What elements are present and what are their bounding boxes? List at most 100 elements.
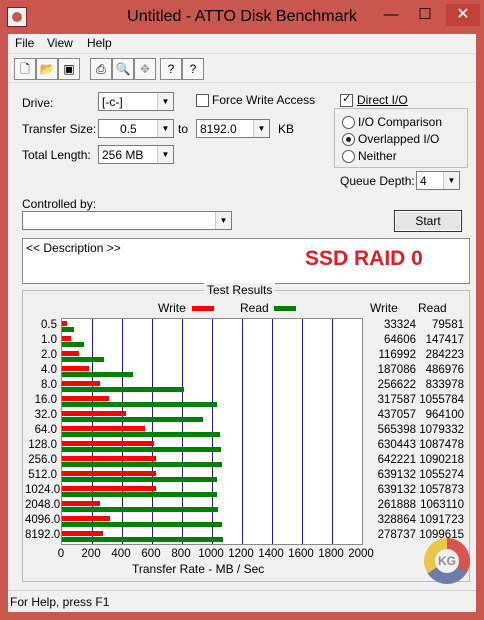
neither-radio[interactable] xyxy=(342,150,355,163)
help-icon[interactable]: ? xyxy=(160,58,182,80)
neither-label: Neither xyxy=(358,149,397,163)
print-preview-icon[interactable]: 🔍 xyxy=(112,58,134,80)
annotation-text: SSD RAID 0 xyxy=(305,247,423,270)
read-value: 1090218 xyxy=(419,454,464,466)
description-text: << Description >> xyxy=(26,241,121,255)
print-icon[interactable]: ⎙ xyxy=(90,58,112,80)
queue-depth-select[interactable]: 4 ▼ xyxy=(416,171,460,190)
y-tick-label: 128.0 xyxy=(28,439,57,451)
read-bar xyxy=(62,357,104,362)
read-value: 1099615 xyxy=(419,529,464,541)
grid-line xyxy=(272,319,273,544)
write-bar xyxy=(62,396,109,401)
transfer-size-to-select[interactable]: 8192.0 ▼ xyxy=(196,119,270,138)
y-tick-label: 2.0 xyxy=(41,349,57,361)
menu-help[interactable]: Help xyxy=(87,36,112,50)
kg-logo-text: KG xyxy=(435,549,459,573)
status-text: For Help, press F1 xyxy=(10,595,110,609)
total-length-select[interactable]: 256 MB ▼ xyxy=(98,145,174,164)
read-bar xyxy=(62,462,222,467)
io-comparison-radio[interactable] xyxy=(342,116,355,129)
read-value: 1087478 xyxy=(419,439,464,451)
direct-io-label: Direct I/O xyxy=(357,93,408,107)
write-bar xyxy=(62,381,100,386)
read-bar xyxy=(62,492,217,497)
move-icon[interactable]: ✥ xyxy=(134,58,156,80)
context-help-icon[interactable]: ? xyxy=(182,58,204,80)
total-length-value: 256 MB xyxy=(102,148,144,162)
write-bar xyxy=(62,516,111,521)
write-value: 261888 xyxy=(377,499,416,511)
write-bar xyxy=(62,366,90,371)
drive-select[interactable]: [-c-] ▼ xyxy=(98,92,174,111)
chevron-down-icon: ▼ xyxy=(253,120,269,137)
open-folder-icon[interactable]: 📂 xyxy=(36,58,58,80)
read-value: 1055274 xyxy=(419,469,464,481)
write-bar xyxy=(62,486,156,491)
close-button[interactable]: ✕ xyxy=(446,4,480,26)
legend-write-swatch xyxy=(192,306,214,311)
read-value: 486976 xyxy=(425,364,464,376)
y-tick-label: 8192.0 xyxy=(25,529,61,541)
direct-io-checkbox[interactable]: ✓ xyxy=(340,93,353,107)
overlapped-io-label: Overlapped I/O xyxy=(358,132,440,146)
write-bar xyxy=(62,456,157,461)
write-value: 256622 xyxy=(377,379,416,391)
y-tick-label: 4.0 xyxy=(41,364,57,376)
read-value: 1091723 xyxy=(419,514,464,526)
read-value: 1079332 xyxy=(419,424,464,436)
y-tick-label: 512.0 xyxy=(28,469,57,481)
menu-bar: File View Help xyxy=(8,34,476,52)
read-bar xyxy=(62,537,224,542)
legend-write-label: Write xyxy=(158,301,186,315)
read-bar xyxy=(62,327,74,332)
read-column-header: Read xyxy=(418,301,447,315)
start-button[interactable]: Start xyxy=(394,210,462,232)
y-tick-label: 1.0 xyxy=(41,334,57,346)
read-bar xyxy=(62,342,84,347)
write-value: 642221 xyxy=(377,454,416,466)
menu-view[interactable]: View xyxy=(47,36,73,50)
read-bar xyxy=(62,522,222,527)
kb-label: KB xyxy=(278,122,295,136)
new-file-icon[interactable]: 🗋 xyxy=(14,58,36,80)
description-field[interactable]: << Description >> SSD RAID 0 xyxy=(22,238,470,284)
write-value: 639132 xyxy=(377,469,416,481)
grid-line xyxy=(302,319,303,544)
y-tick-label: 4096.0 xyxy=(25,514,61,526)
write-bar xyxy=(62,426,145,431)
drive-label: Drive: xyxy=(22,96,54,110)
client-area: File View Help 🗋 📂 ▣ ⎙ 🔍 ✥ ? ? Drive: [-… xyxy=(8,34,476,612)
maximize-button[interactable]: ☐ xyxy=(410,4,440,26)
read-bar xyxy=(62,417,204,422)
write-value: 116992 xyxy=(378,349,416,361)
toolbar: 🗋 📂 ▣ ⎙ 🔍 ✥ ? ? xyxy=(8,53,476,83)
write-bar xyxy=(62,336,72,341)
read-value: 1055784 xyxy=(419,394,464,406)
x-tick-label: 2000 xyxy=(348,548,374,560)
legend-read-swatch xyxy=(274,306,296,311)
title-bar[interactable]: Untitled - ATTO Disk Benchmark — ☐ ✕ xyxy=(0,0,484,34)
status-bar: For Help, press F1 xyxy=(8,590,476,613)
transfer-from-value: 0.5 xyxy=(120,122,137,136)
controlled-by-select[interactable]: ▼ xyxy=(22,211,232,230)
force-write-checkbox[interactable] xyxy=(196,94,209,107)
read-value: 833978 xyxy=(425,379,464,391)
read-value: 1057873 xyxy=(419,484,464,496)
read-bar xyxy=(62,387,185,392)
legend-read-label: Read xyxy=(240,301,269,315)
y-tick-label: 256.0 xyxy=(28,454,57,466)
y-tick-label: 64.0 xyxy=(34,424,57,436)
save-icon[interactable]: ▣ xyxy=(58,58,80,80)
write-value: 278737 xyxy=(377,529,416,541)
minimize-button[interactable]: — xyxy=(376,4,406,26)
x-axis-label: Transfer Rate - MB / Sec xyxy=(132,562,265,576)
read-bar xyxy=(62,372,134,377)
transfer-size-from-select[interactable]: 0.5 ▼ xyxy=(98,119,174,138)
read-value: 284223 xyxy=(425,349,464,361)
read-bar xyxy=(62,402,217,407)
overlapped-io-radio[interactable] xyxy=(342,133,355,146)
chevron-down-icon: ▼ xyxy=(215,212,231,229)
controlled-by-label: Controlled by: xyxy=(22,197,97,211)
menu-file[interactable]: File xyxy=(15,36,34,50)
